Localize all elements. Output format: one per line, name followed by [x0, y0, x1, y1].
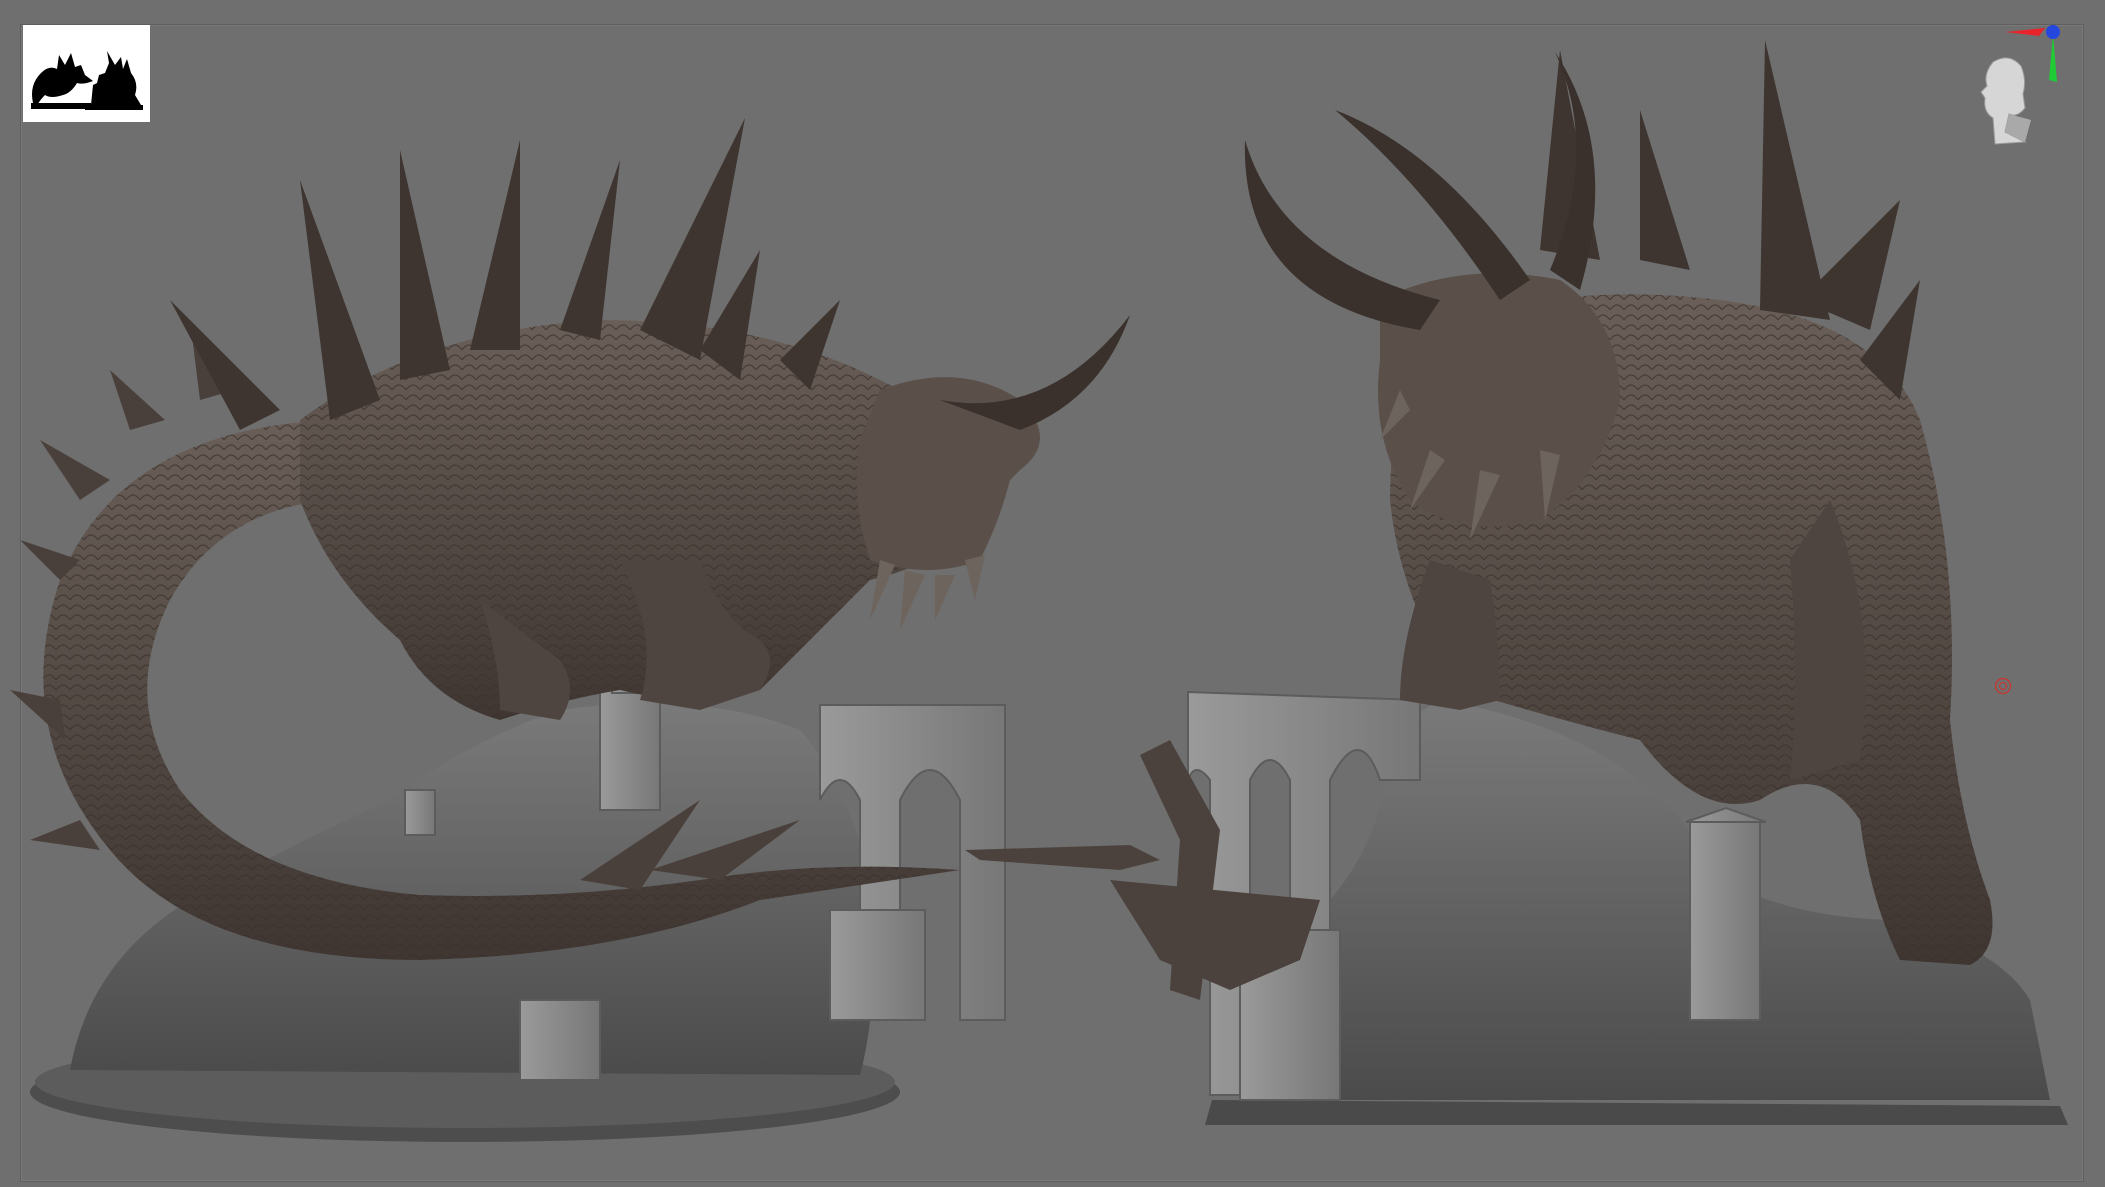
navigation-head-icon [1980, 25, 2060, 145]
sculpt-scene[interactable] [0, 0, 2105, 1187]
viewport[interactable] [0, 0, 2105, 1187]
focus-ring-icon [1994, 677, 2012, 695]
thumbnail-preview[interactable] [23, 25, 150, 122]
navigation-gizmo[interactable] [1965, 22, 2075, 152]
focus-marker [1993, 676, 2013, 696]
dragon-sculpt-icon [10, 118, 1130, 1142]
thumbnail-icon [23, 25, 150, 122]
horned-beast-sculpt-icon [965, 40, 2068, 1125]
